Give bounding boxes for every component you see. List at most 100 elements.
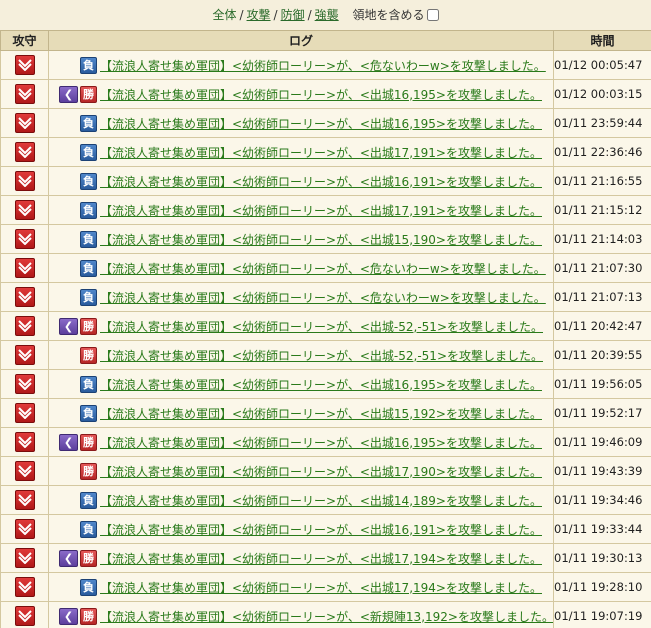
table-row: ❮ 勝【流浪人寄せ集め軍団】<幼術師ローリー>が、<出城-52,-51>を攻撃しま…	[0, 311, 651, 341]
battle-report-link[interactable]: 【流浪人寄せ集め軍団】<幼術師ローリー>が、<出城-52,-51>を攻撃しました…	[100, 320, 543, 334]
table-row: 負【流浪人寄せ集め軍団】<幼術師ローリー>が、<危ないわーw>を攻撃しました。 0…	[0, 282, 651, 312]
result-badges: ❮ 勝	[50, 607, 97, 625]
attack-chevron-icon	[14, 345, 35, 365]
battle-report-link[interactable]: 【流浪人寄せ集め軍団】<幼術師ローリー>が、<出城16,191>を攻撃しました。	[100, 523, 542, 537]
battle-report-link[interactable]: 【流浪人寄せ集め軍団】<幼術師ローリー>が、<出城17,194>を攻撃しました。	[100, 552, 542, 566]
battle-report-link[interactable]: 【流浪人寄せ集め軍団】<幼術師ローリー>が、<出城16,195>を攻撃しました。	[100, 436, 542, 450]
battle-report-link[interactable]: 【流浪人寄せ集め軍団】<幼術師ローリー>が、<出城16,191>を攻撃しました。	[100, 175, 542, 189]
attack-chevron-icon	[14, 548, 35, 568]
attack-type-cell	[0, 224, 49, 254]
timestamp-cell: 01/11 19:28:10	[553, 572, 651, 602]
result-badges: ❮ 勝	[50, 317, 97, 335]
log-cell: ❮ 勝【流浪人寄せ集め軍団】<幼術師ローリー>が、<出城17,194>を攻撃しまし…	[48, 543, 554, 573]
win-badge-icon: 勝	[80, 346, 97, 364]
result-badges: 負	[50, 491, 97, 509]
attack-chevron-icon	[14, 461, 35, 481]
include-territory-checkbox[interactable]	[426, 9, 439, 21]
table-row: 負【流浪人寄せ集め軍団】<幼術師ローリー>が、<出城16,195>を攻撃しました…	[0, 108, 651, 138]
lose-badge-icon: 負	[80, 404, 97, 422]
timestamp-cell: 01/11 21:14:03	[553, 224, 651, 254]
battle-report-link[interactable]: 【流浪人寄せ集め軍団】<幼術師ローリー>が、<出城17,194>を攻撃しました。	[100, 581, 542, 595]
battle-report-link[interactable]: 【流浪人寄せ集め軍団】<幼術師ローリー>が、<新規陣13,192>を攻撃しました…	[100, 610, 553, 624]
lose-badge-icon: 負	[80, 520, 97, 538]
lose-badge-icon: 負	[80, 288, 97, 306]
filter-raid-link[interactable]: 強襲	[315, 8, 339, 22]
battle-report-link[interactable]: 【流浪人寄せ集め軍団】<幼術師ローリー>が、<危ないわーw>を攻撃しました。	[100, 59, 546, 73]
table-row: ❮ 勝【流浪人寄せ集め軍団】<幼術師ローリー>が、<新規陣13,192>を攻撃しま…	[0, 601, 651, 628]
timestamp-cell: 01/12 00:05:47	[553, 50, 651, 80]
battle-report-link[interactable]: 【流浪人寄せ集め軍団】<幼術師ローリー>が、<出城17,191>を攻撃しました。	[100, 146, 542, 160]
result-badges: 負	[50, 114, 97, 132]
attack-type-cell	[0, 253, 49, 283]
battle-report-link[interactable]: 【流浪人寄せ集め軍団】<幼術師ローリー>が、<出城16,195>を攻撃しました。	[100, 117, 542, 131]
battle-report-link[interactable]: 【流浪人寄せ集め軍団】<幼術師ローリー>が、<出城14,189>を攻撃しました。	[100, 494, 542, 508]
column-header-type: 攻守	[0, 30, 49, 51]
log-cell: 負【流浪人寄せ集め軍団】<幼術師ローリー>が、<出城15,190>を攻撃しました…	[48, 224, 554, 254]
log-cell: ❮ 勝【流浪人寄せ集め軍団】<幼術師ローリー>が、<出城-52,-51>を攻撃しま…	[48, 311, 554, 341]
attack-chevron-icon	[14, 171, 35, 191]
battle-report-link[interactable]: 【流浪人寄せ集め軍団】<幼術師ローリー>が、<出城15,190>を攻撃しました。	[100, 233, 542, 247]
attack-type-cell	[0, 572, 49, 602]
filter-defense-link[interactable]: 防御	[281, 8, 305, 22]
filter-separator: /	[273, 8, 278, 22]
filter-all-link[interactable]: 全体	[212, 8, 236, 22]
log-cell: 勝【流浪人寄せ集め軍団】<幼術師ローリー>が、<出城17,190>を攻撃しました…	[48, 456, 554, 486]
attack-chevron-icon	[14, 403, 35, 423]
result-badges: 勝	[50, 462, 97, 480]
log-cell: 負【流浪人寄せ集め軍団】<幼術師ローリー>が、<出城17,191>を攻撃しました…	[48, 137, 554, 167]
result-badges: 負	[50, 259, 97, 277]
attack-chevron-icon	[14, 519, 35, 539]
attack-type-cell	[0, 166, 49, 196]
win-badge-icon: 勝	[80, 317, 97, 335]
table-row: ❮ 勝【流浪人寄せ集め軍団】<幼術師ローリー>が、<出城17,194>を攻撃しまし…	[0, 543, 651, 573]
battle-report-link[interactable]: 【流浪人寄せ集め軍団】<幼術師ローリー>が、<出城15,192>を攻撃しました。	[100, 407, 542, 421]
attack-type-cell	[0, 108, 49, 138]
timestamp-cell: 01/11 19:46:09	[553, 427, 651, 457]
battle-report-link[interactable]: 【流浪人寄せ集め軍団】<幼術師ローリー>が、<出城17,191>を攻撃しました。	[100, 204, 542, 218]
table-row: 負【流浪人寄せ集め軍団】<幼術師ローリー>が、<出城15,192>を攻撃しました…	[0, 398, 651, 428]
log-cell: 負【流浪人寄せ集め軍団】<幼術師ローリー>が、<危ないわーw>を攻撃しました。	[48, 253, 554, 283]
battle-report-link[interactable]: 【流浪人寄せ集め軍団】<幼術師ローリー>が、<危ないわーw>を攻撃しました。	[100, 262, 546, 276]
timestamp-cell: 01/11 21:16:55	[553, 166, 651, 196]
timestamp-cell: 01/11 19:33:44	[553, 514, 651, 544]
timestamp-cell: 01/11 20:42:47	[553, 311, 651, 341]
battle-report-link[interactable]: 【流浪人寄せ集め軍団】<幼術師ローリー>が、<出城17,190>を攻撃しました。	[100, 465, 542, 479]
attack-type-cell	[0, 543, 49, 573]
attack-chevron-icon	[14, 142, 35, 162]
table-row: 負【流浪人寄せ集め軍団】<幼術師ローリー>が、<出城17,191>を攻撃しました…	[0, 137, 651, 167]
battle-report-link[interactable]: 【流浪人寄せ集め軍団】<幼術師ローリー>が、<危ないわーw>を攻撃しました。	[100, 291, 546, 305]
attack-type-cell	[0, 79, 49, 109]
log-filter-bar: 全体 / 攻撃 / 防御 / 強襲 領地を含める	[0, 0, 651, 30]
battle-report-link[interactable]: 【流浪人寄せ集め軍団】<幼術師ローリー>が、<出城16,195>を攻撃しました。	[100, 378, 542, 392]
table-row: 負【流浪人寄せ集め軍団】<幼術師ローリー>が、<出城17,194>を攻撃しました…	[0, 572, 651, 602]
log-cell: 負【流浪人寄せ集め軍団】<幼術師ローリー>が、<出城17,194>を攻撃しました…	[48, 572, 554, 602]
attack-type-cell	[0, 311, 49, 341]
timestamp-cell: 01/11 21:15:12	[553, 195, 651, 225]
table-row: 負【流浪人寄せ集め軍団】<幼術師ローリー>が、<出城16,191>を攻撃しました…	[0, 514, 651, 544]
lose-badge-icon: 負	[80, 491, 97, 509]
timestamp-cell: 01/12 00:03:15	[553, 79, 651, 109]
attack-type-cell	[0, 514, 49, 544]
result-badges: 負	[50, 172, 97, 190]
lose-badge-icon: 負	[80, 230, 97, 248]
battle-report-link[interactable]: 【流浪人寄せ集め軍団】<幼術師ローリー>が、<出城16,195>を攻撃しました。	[100, 88, 542, 102]
win-badge-icon: 勝	[80, 607, 97, 625]
attack-chevron-icon	[14, 113, 35, 133]
lose-badge-icon: 負	[80, 578, 97, 596]
log-cell: 負【流浪人寄せ集め軍団】<幼術師ローリー>が、<出城17,191>を攻撃しました…	[48, 195, 554, 225]
attack-chevron-icon	[14, 200, 35, 220]
win-badge-icon: 勝	[80, 549, 97, 567]
attack-chevron-icon	[14, 55, 35, 75]
timestamp-cell: 01/11 21:07:13	[553, 282, 651, 312]
attack-chevron-icon	[14, 606, 35, 626]
timestamp-cell: 01/11 19:52:17	[553, 398, 651, 428]
log-cell: ❮ 勝【流浪人寄せ集め軍団】<幼術師ローリー>が、<出城16,195>を攻撃しまし…	[48, 79, 554, 109]
log-cell: 負【流浪人寄せ集め軍団】<幼術師ローリー>が、<出城16,191>を攻撃しました…	[48, 166, 554, 196]
attack-chevron-icon	[14, 316, 35, 336]
column-header-time: 時間	[553, 30, 651, 51]
table-row: 負【流浪人寄せ集め軍団】<幼術師ローリー>が、<危ないわーw>を攻撃しました。 0…	[0, 253, 651, 283]
battle-log-table: 攻守 ログ 時間 負【流浪人寄せ集め軍団】<幼術師ローリー>が、<危ないわーw>…	[0, 30, 651, 628]
filter-attack-link[interactable]: 攻撃	[247, 8, 271, 22]
battle-report-link[interactable]: 【流浪人寄せ集め軍団】<幼術師ローリー>が、<出城-52,-51>を攻撃しました…	[100, 349, 543, 363]
log-cell: ❮ 勝【流浪人寄せ集め軍団】<幼術師ローリー>が、<新規陣13,192>を攻撃しま…	[48, 601, 554, 628]
